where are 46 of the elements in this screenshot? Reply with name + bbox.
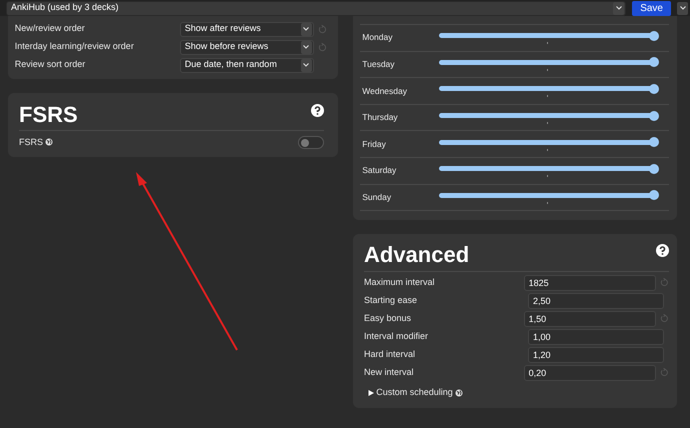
day-label: Monday	[362, 31, 394, 44]
select-value: Due date, then random	[184, 58, 277, 72]
number-field[interactable]: 1,20	[528, 346, 664, 363]
section-title: FSRS	[19, 104, 78, 126]
day-label: Sunday	[362, 190, 392, 204]
setting-label: Easy bonus	[364, 312, 412, 326]
day-label: Thursday	[362, 111, 399, 124]
deck-select[interactable]: AnkiHub (used by 3 decks)	[6, 0, 626, 16]
setting-label: Hard interval	[364, 348, 416, 362]
setting-label: New interval	[364, 366, 415, 380]
day-label: Saturday	[362, 164, 398, 178]
caret-icon[interactable]	[613, 2, 624, 14]
help-icon[interactable]	[656, 244, 669, 258]
disclosure-triangle-icon[interactable]	[368, 390, 374, 396]
fsrs-label: FSRS	[19, 136, 44, 148]
number-field[interactable]: 1825	[524, 274, 656, 291]
help-icon[interactable]	[311, 104, 324, 116]
custom-scheduling-toggle[interactable]: Custom scheduling	[376, 386, 453, 400]
day-label: Tuesday	[362, 58, 396, 71]
caret-icon[interactable]	[300, 22, 312, 36]
setting-label: Maximum interval	[364, 276, 436, 290]
day-label: Friday	[362, 138, 387, 151]
caret-icon[interactable]	[300, 58, 312, 72]
day-label: Wednesday	[362, 84, 408, 98]
number-field[interactable]: 1,00	[528, 328, 664, 345]
globe-icon	[45, 138, 54, 146]
deck-name: AnkiHub (used by 3 decks)	[11, 1, 119, 14]
section-title: Advanced	[364, 244, 470, 266]
setting-label: Review sort order	[14, 58, 86, 72]
setting-label: Interday learning/review order	[14, 40, 135, 54]
select-field[interactable]: Show after reviews	[180, 22, 314, 36]
save-button[interactable]: Save	[632, 0, 671, 16]
number-field[interactable]: 2,50	[528, 292, 664, 309]
number-field[interactable]: 1,50	[524, 310, 656, 327]
setting-label: Interval modifier	[364, 330, 430, 344]
caret-icon[interactable]	[300, 40, 312, 54]
select-value: Show before reviews	[184, 40, 268, 54]
select-value: Show after reviews	[184, 22, 261, 36]
select-field[interactable]: Due date, then random	[180, 58, 314, 72]
number-field[interactable]: 0,20	[524, 364, 656, 381]
setting-label: New/review order	[14, 22, 86, 36]
toggle-switch[interactable]	[298, 136, 324, 149]
caret-icon[interactable]	[677, 2, 688, 14]
globe-icon	[455, 389, 464, 398]
setting-label: Starting ease	[364, 294, 418, 308]
select-field[interactable]: Show before reviews	[180, 40, 314, 54]
